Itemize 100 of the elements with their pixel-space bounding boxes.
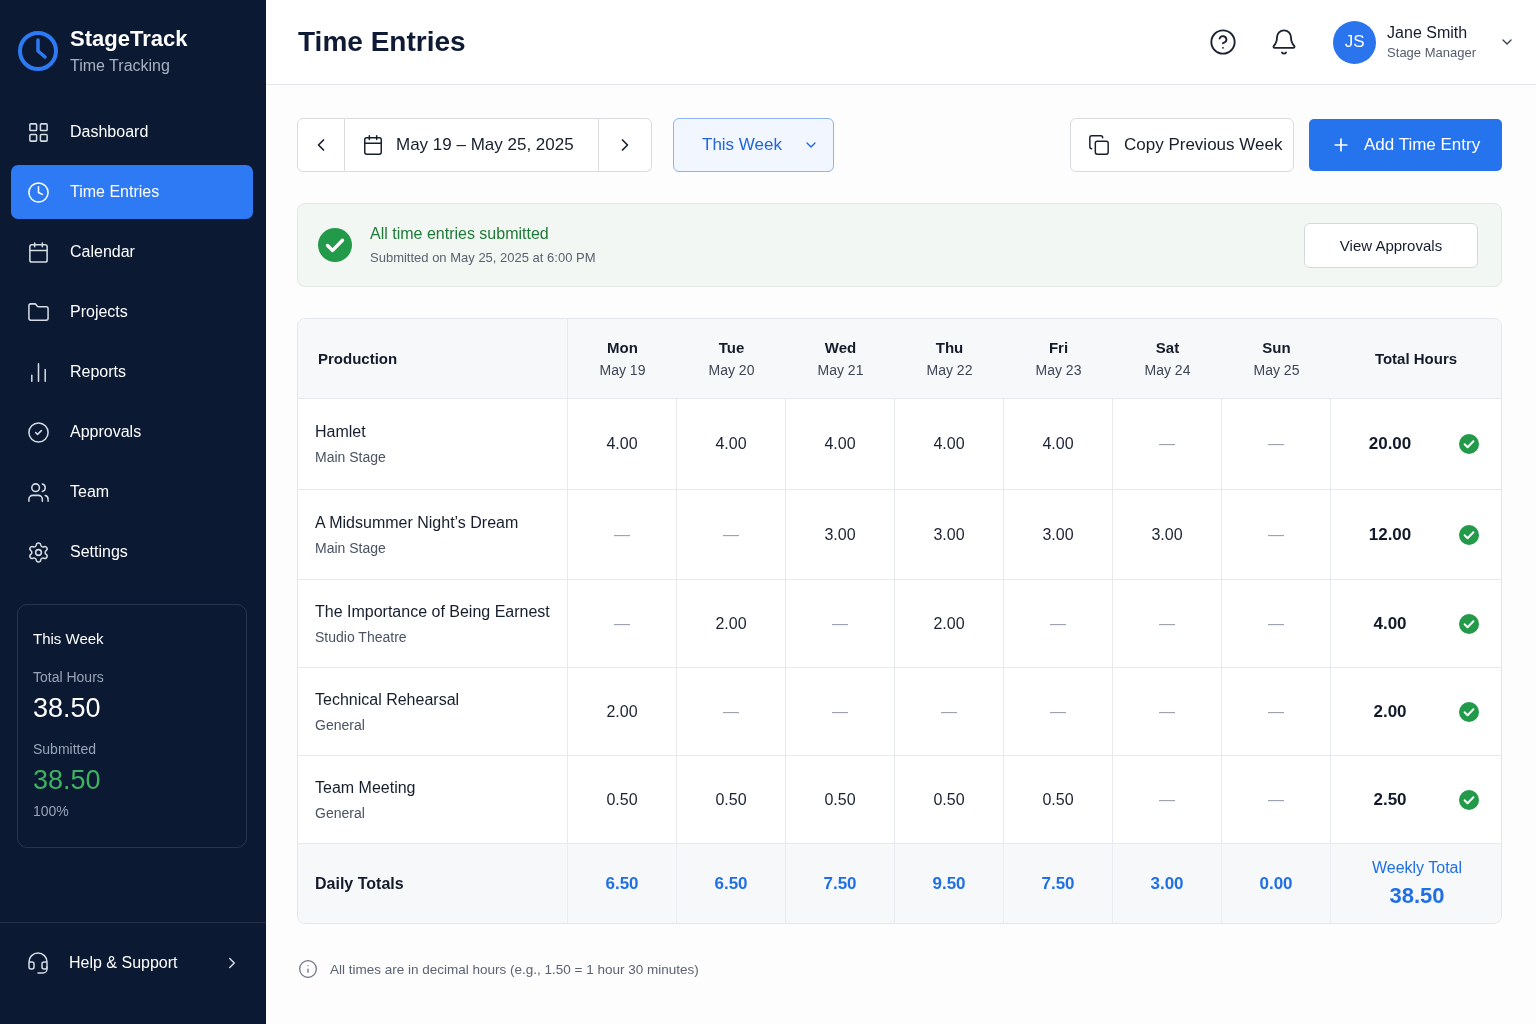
banner-title: All time entries submitted [370, 225, 549, 243]
view-approvals-button[interactable]: View Approvals [1304, 222, 1478, 268]
column-header: Thu [935, 339, 964, 356]
hours-cell: — [1222, 490, 1331, 579]
nav-item[interactable]: Approvals [11, 405, 253, 459]
hours-cell: — [1222, 580, 1331, 667]
daily-total-cell: 6.50 [568, 844, 677, 923]
column-header: Mon [607, 339, 638, 356]
venue-name: Studio Theatre [315, 628, 407, 645]
headset-icon [26, 951, 50, 975]
nav-item[interactable]: Dashboard [11, 105, 253, 159]
add-time-entry-button[interactable]: Add Time Entry [1309, 119, 1502, 171]
row-total: 12.00 [1368, 524, 1412, 545]
column-header: Tue [718, 339, 745, 356]
page-title: Time Entries [298, 26, 466, 58]
hours-cell: 3.00 [786, 490, 895, 579]
column-header: Total Hours [1374, 350, 1458, 367]
hours-cell: — [786, 668, 895, 755]
column-date: May 22 [926, 362, 973, 378]
hours-cell: 3.00 [895, 490, 1004, 579]
column-header: Sun [1262, 339, 1291, 356]
production-name: The Importance of Being Earnest [315, 602, 550, 621]
info-icon [298, 959, 318, 979]
total-hours-value: 38.50 [33, 692, 101, 724]
hours-cell: 3.00 [1113, 490, 1222, 579]
daily-totals-label: Daily Totals [315, 874, 404, 893]
copy-icon [1088, 134, 1110, 156]
user-role: Stage Manager [1387, 45, 1476, 60]
row-total: 20.00 [1368, 434, 1412, 454]
help-button[interactable] [1208, 27, 1239, 57]
hours-cell: — [568, 580, 677, 667]
column-header: Production [318, 350, 398, 367]
hours-cell: 0.50 [677, 756, 786, 843]
people-icon [27, 480, 50, 504]
hours-cell: 0.50 [786, 756, 895, 843]
hours-cell: — [1222, 399, 1331, 489]
hours-cell: — [1222, 756, 1331, 843]
total-hours-label: Total Hours [33, 668, 104, 686]
column-date: May 24 [1144, 362, 1191, 378]
venue-name: General [315, 716, 365, 733]
clock-logo-icon [18, 31, 58, 71]
daily-total-cell: 6.50 [677, 844, 786, 923]
date-range-button[interactable]: May 19 – May 25, 2025 [345, 118, 599, 172]
hours-cell: — [677, 668, 786, 755]
user-name: Jane Smith [1387, 24, 1468, 42]
grid-icon [27, 120, 50, 144]
hours-cell: — [1004, 668, 1113, 755]
nav-item[interactable]: Calendar [11, 225, 253, 279]
hours-cell: 0.50 [1004, 756, 1113, 843]
hours-cell: 0.50 [895, 756, 1004, 843]
venue-name: Main Stage [315, 539, 386, 556]
hours-cell: — [1113, 580, 1222, 667]
nav-item[interactable]: Projects [11, 285, 253, 339]
hours-cell: 4.00 [786, 399, 895, 489]
nav-item[interactable]: Time Entries [11, 165, 253, 219]
nav-item[interactable]: Settings [11, 525, 253, 579]
column-date: May 20 [708, 362, 755, 378]
help-icon [1209, 28, 1238, 56]
clock-icon [27, 180, 50, 204]
nav-item[interactable]: Reports [11, 345, 253, 399]
row-total: 4.00 [1373, 613, 1407, 634]
help-support-link[interactable]: Help & Support [0, 938, 266, 988]
production-name: Hamlet [315, 423, 366, 441]
folder-icon [27, 300, 50, 324]
production-name: A Midsummer Night’s Dream [315, 513, 519, 532]
hours-cell: — [677, 490, 786, 579]
user-avatar[interactable]: JS [1333, 20, 1377, 64]
column-date: May 21 [817, 362, 864, 378]
daily-total-cell: 7.50 [1004, 844, 1113, 923]
hours-cell: 4.00 [568, 399, 677, 489]
weekly-total-label: Weekly Total [1371, 858, 1463, 877]
hours-cell: — [568, 490, 677, 579]
hours-cell: — [1113, 668, 1222, 755]
copy-previous-week-button[interactable]: Copy Previous Week [1070, 118, 1294, 172]
hours-cell: 4.00 [677, 399, 786, 489]
hours-cell: 4.00 [1004, 399, 1113, 489]
settings-icon [27, 540, 50, 564]
hours-cell: — [895, 668, 1004, 755]
hours-cell: 4.00 [895, 399, 1004, 489]
nav-item[interactable]: Team [11, 465, 253, 519]
hours-cell: — [1113, 399, 1222, 489]
daily-total-cell: 7.50 [786, 844, 895, 923]
column-date: May 25 [1253, 362, 1300, 378]
summary-title: This Week [33, 630, 104, 648]
hours-cell: 0.50 [568, 756, 677, 843]
production-name: Team Meeting [315, 778, 416, 797]
daily-total-cell: 3.00 [1113, 844, 1222, 923]
column-header: Wed [824, 339, 857, 356]
column-header: Sat [1155, 339, 1180, 356]
production-name: Technical Rehearsal [315, 690, 460, 709]
hours-cell: 2.00 [677, 580, 786, 667]
row-total: 2.00 [1373, 701, 1407, 722]
hours-cell: — [1004, 580, 1113, 667]
banner-subtitle: Submitted on May 25, 2025 at 6:00 PM [370, 250, 596, 265]
venue-name: Main Stage [315, 449, 386, 465]
daily-total-cell: 0.00 [1222, 844, 1331, 923]
period-dropdown[interactable]: This Week [673, 118, 834, 172]
hours-cell: 2.00 [568, 668, 677, 755]
hours-cell: 2.00 [895, 580, 1004, 667]
column-date: May 19 [599, 362, 646, 378]
